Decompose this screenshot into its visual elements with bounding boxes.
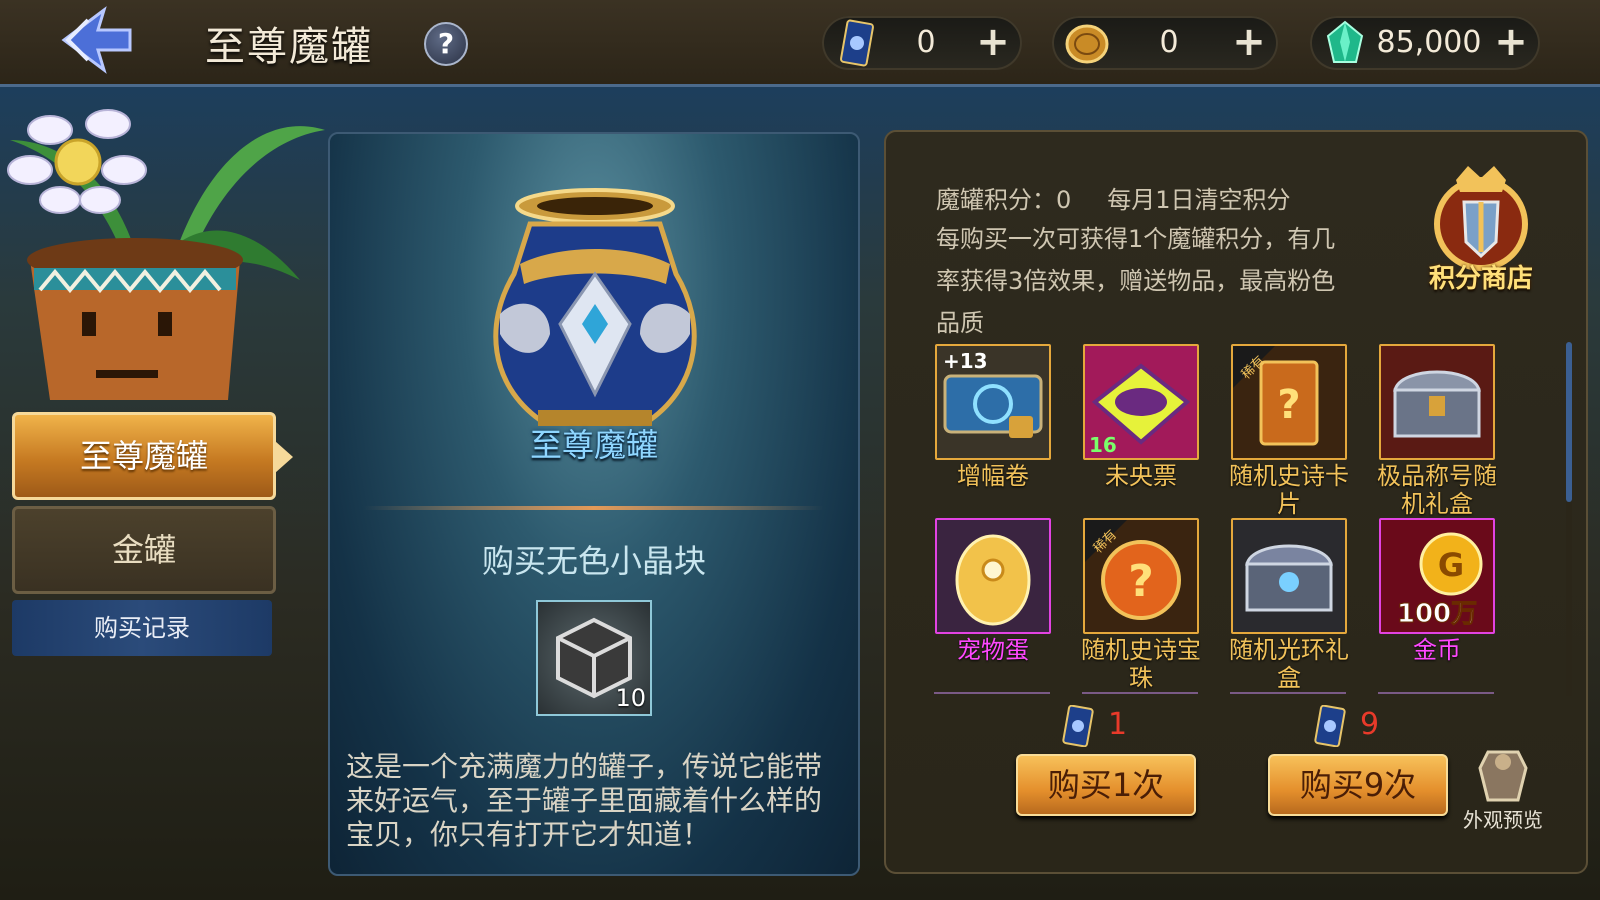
- buy-nine-button[interactable]: 购买9次: [1268, 754, 1448, 816]
- tab-gold-jar-label: 金罐: [111, 531, 176, 569]
- gold-coin-icon: [1065, 24, 1109, 64]
- currency-gold-coin: 0 +: [1052, 16, 1278, 70]
- back-button[interactable]: [58, 6, 138, 74]
- reward-name: 极品称号随机礼盒: [1377, 462, 1497, 518]
- reward-item[interactable]: 宠物蛋: [928, 518, 1058, 664]
- currency-card-ticket: 0 +: [822, 16, 1022, 70]
- gold-pile-icon: G 100万: [1396, 532, 1483, 630]
- reward-slot: G 100万: [1379, 518, 1495, 634]
- buy-item-title: 购买无色小晶块: [481, 542, 706, 580]
- top-bar: 至尊魔罐 ? 0 + 0 + 85,000 +: [0, 0, 1600, 87]
- reward-name: 随机史诗宝珠: [1081, 636, 1201, 692]
- currency-crystal: 85,000 +: [1310, 16, 1540, 70]
- buy-item-slot[interactable]: 10: [536, 600, 652, 716]
- weiyang-ticket-icon: 16: [1089, 363, 1191, 457]
- svg-text:?: ?: [1128, 556, 1154, 607]
- reward-slot: 16: [1083, 344, 1199, 460]
- reward-badge: 16: [1089, 433, 1117, 457]
- single-cost: 1: [1062, 700, 1127, 750]
- crystal-count: 85,000: [1376, 25, 1482, 60]
- svg-text:G: G: [1438, 546, 1464, 584]
- supreme-jar-icon: [493, 188, 697, 426]
- reward-name: 随机史诗卡片: [1229, 462, 1349, 518]
- active-tab-pointer-icon: [275, 441, 293, 473]
- points-reset-note: 每月1日清空积分: [1107, 186, 1291, 214]
- multi-cost-value: 9: [1360, 707, 1380, 742]
- points-label: 魔罐积分：: [936, 186, 1056, 214]
- title-chest-icon: [1393, 370, 1481, 438]
- tab-supreme-jar[interactable]: 至尊魔罐: [12, 412, 293, 500]
- reward-name: 宠物蛋: [957, 636, 1029, 664]
- jar-detail-panel: 至尊魔罐 购买无色小晶块 10 这是一个充满魔力的罐子，传说它能带来好运气，至于…: [328, 132, 860, 876]
- reward-name: 随机光环礼盒: [1229, 636, 1349, 692]
- armor-preview-icon: [1478, 750, 1528, 802]
- reward-item[interactable]: ? 稀有 随机史诗宝珠: [1076, 518, 1206, 692]
- reward-item[interactable]: 16 未央票: [1076, 344, 1206, 490]
- reward-slot: [1379, 344, 1495, 460]
- shop-emblem-icon: [1434, 166, 1528, 271]
- reward-grid: +13 增幅卷 16 未央票 ? 稀有 随机史诗卡片 极品称号随机礼盒 宠物蛋 …: [934, 344, 1554, 694]
- separator-line: [1230, 692, 1346, 694]
- purchase-history-button[interactable]: 购买记录: [12, 600, 272, 656]
- svg-text:?: ?: [1277, 382, 1300, 428]
- tab-supreme-jar-label: 至尊魔罐: [79, 437, 208, 475]
- jar-name: 至尊魔罐: [529, 426, 658, 464]
- reward-name: 增幅卷: [957, 462, 1029, 490]
- multi-cost: 9: [1314, 700, 1379, 750]
- reward-panel: 魔罐积分：0 每月1日清空积分 每购买一次可获得1个魔罐积分，有几率获得3倍效果，…: [884, 130, 1588, 874]
- page-title: 至尊魔罐: [205, 24, 373, 70]
- jar-description: 这是一个充满魔力的罐子，传说它能带来好运气，至于罐子里面藏着什么样的宝贝，你只有…: [346, 750, 823, 851]
- card-ticket-count: 0: [916, 25, 936, 60]
- reward-slot: [935, 518, 1051, 634]
- points-shop-button[interactable]: 积分商店: [1416, 162, 1546, 294]
- divider: [364, 506, 824, 510]
- reward-item[interactable]: 随机光环礼盒: [1224, 518, 1354, 692]
- reward-badge: +13: [943, 349, 988, 373]
- card-ticket-icon: [1314, 704, 1346, 747]
- appearance-preview-label: 外观预览: [1463, 808, 1543, 832]
- separator-line: [1378, 692, 1494, 694]
- amplify-scroll-icon: +13: [943, 349, 1043, 438]
- reward-slot: ? 稀有: [1231, 344, 1347, 460]
- reward-item[interactable]: +13 增幅卷: [928, 344, 1058, 490]
- card-ticket-icon: [1062, 704, 1094, 747]
- epic-card-icon: ? 稀有: [1233, 346, 1319, 446]
- pet-egg-icon: [955, 534, 1031, 626]
- card-ticket-icon: [840, 19, 874, 67]
- points-shop-label: 积分商店: [1428, 264, 1533, 294]
- single-cost-value: 1: [1108, 707, 1128, 742]
- points-line: 魔罐积分：0 每月1日清空积分: [936, 180, 1291, 215]
- add-card-ticket-button[interactable]: +: [974, 22, 1012, 62]
- help-button[interactable]: ?: [424, 22, 468, 66]
- reward-slot: ? 稀有: [1083, 518, 1199, 634]
- gold-coin-count: 0: [1159, 25, 1179, 60]
- buy-once-button[interactable]: 购买1次: [1016, 754, 1196, 816]
- points-value: 0: [1056, 186, 1072, 214]
- reward-scrollbar[interactable]: [1566, 342, 1572, 502]
- buy-item-quantity: 10: [615, 684, 646, 712]
- green-crystal-icon: [1326, 20, 1364, 63]
- reward-item[interactable]: ? 稀有 随机史诗卡片: [1224, 344, 1354, 518]
- reward-scroll-track: [1566, 502, 1572, 696]
- tab-gold-jar[interactable]: 金罐: [12, 506, 276, 594]
- reward-item[interactable]: 极品称号随机礼盒: [1372, 344, 1502, 518]
- aura-chest-icon: [1245, 544, 1333, 612]
- reward-slot: [1231, 518, 1347, 634]
- reward-badge: 100万: [1397, 599, 1477, 629]
- flower-pot-mascot-icon: [7, 109, 325, 400]
- separator-line: [1082, 692, 1198, 694]
- points-description: 每购买一次可获得1个魔罐积分，有几率获得3倍效果，赠送物品，最高粉色品质: [936, 225, 1336, 337]
- reward-name: 金币: [1413, 636, 1461, 664]
- reward-item[interactable]: G 100万 金币: [1372, 518, 1502, 664]
- reward-name: 未央票: [1105, 462, 1177, 490]
- separator-line: [934, 692, 1050, 694]
- add-gold-coin-button[interactable]: +: [1230, 22, 1268, 62]
- epic-orb-icon: ? 稀有: [1085, 520, 1181, 620]
- add-crystal-button[interactable]: +: [1492, 22, 1530, 62]
- back-arrow-icon: [61, 6, 132, 74]
- appearance-preview-button[interactable]: 外观预览: [1448, 744, 1558, 834]
- reward-slot: +13: [935, 344, 1051, 460]
